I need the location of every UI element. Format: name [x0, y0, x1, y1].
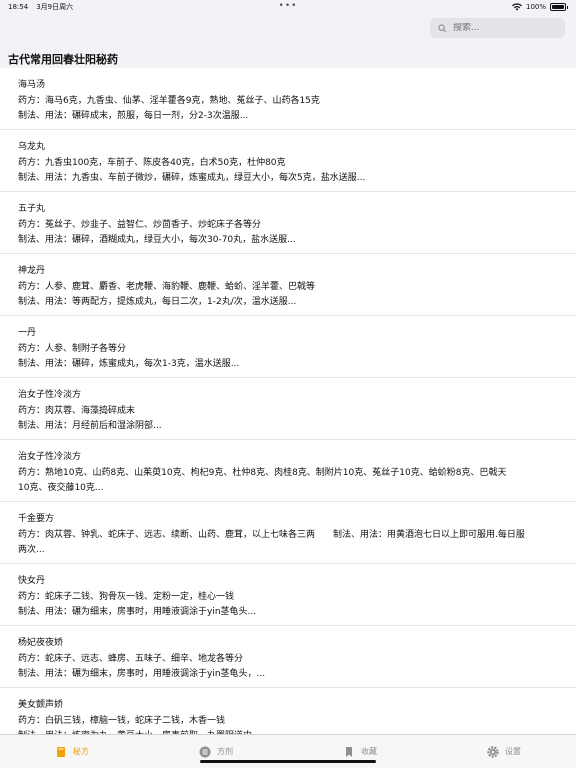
list-item[interactable]: 杨妃夜夜娇药方：蛇床子、远志、蜂房、五味子、细辛、地龙各等分制法、用法：碾为细末… [0, 626, 576, 688]
item-ingredients: 药方：肉苁蓉、海藻捣碎成末 [18, 406, 136, 416]
list-item[interactable]: 美女颤声娇药方：白矾三钱，樟脑一钱，蛇床子二钱，木香一钱制法、用法：炼蜜为丸，黄… [0, 688, 576, 734]
wifi-icon [511, 3, 522, 11]
list-item[interactable]: 千金要方药方：肉苁蓉、钟乳、蛇床子、远志、续断、山药、鹿茸，以上七味各三两 制法… [0, 502, 576, 564]
recipe-list[interactable]: 海马汤 药方：海马6克，九香虫、仙茅、淫羊藿各9克，熟地、菟丝子、山药各15克 制法… [0, 68, 576, 734]
status-time: 18:54 [8, 3, 29, 11]
item-ingredients: 药方：熟地10克、山药8克、山茱萸10克、枸杞9克、杜仲8克、肉桂8克、制附片1… [18, 468, 507, 478]
item-ingredients: 药方：海马6克，九香虫、仙茅、淫羊藿各9克，熟地、菟丝子、山药各15克 [18, 96, 320, 106]
status-bar: 18:54 3月9日周六 ••• 100% [0, 0, 576, 14]
list-item[interactable]: 海马汤药方：海马6克，九香虫、仙茅、淫羊藿各9克，熟地、菟丝子、山药各15克 制法… [0, 68, 576, 130]
status-right: 100% [511, 3, 568, 11]
tab-bookmark[interactable]: 收藏 [288, 735, 432, 768]
item-title: 一丹 [18, 328, 37, 338]
item-method: 10克、夜交藤10克... [18, 483, 104, 493]
list-item[interactable]: 一丹药方：人参、制附子各等分制法、用法：碾碎，炼蜜成丸，每次1-3克，温水送服.… [0, 316, 576, 378]
item-title: 海马汤 [18, 80, 46, 90]
item-method: 制法、用法：九香虫、车前子微炒，碾碎，炼蜜成丸，绿豆大小，每次5克，盐水送服..… [18, 173, 366, 183]
tab-book[interactable]: 秘方 [0, 735, 144, 768]
list-item[interactable]: 治女子性冷淡方药方：肉苁蓉、海藻捣碎成末制法、用法：月经前后和湿涂阴部... [0, 378, 576, 440]
item-title: 五子丸 [18, 204, 46, 214]
tab-label: 秘方 [73, 747, 89, 756]
item-title: 治女子性冷淡方 [18, 390, 82, 400]
item-title: 快女丹 [18, 576, 46, 586]
tab-list[interactable]: 方剂 [144, 735, 288, 768]
item-title: 杨妃夜夜娇 [18, 638, 64, 648]
item-ingredients: 药方：白矾三钱，樟脑一钱，蛇床子二钱，木香一钱 [18, 716, 226, 726]
bookmark-icon [343, 746, 355, 758]
item-ingredients: 药方：人参、鹿茸、麝香、老虎鞭、海豹鞭、鹿鞭、蛤蚧、淫羊藿、巴戟等 [18, 282, 316, 292]
home-indicator[interactable] [200, 760, 376, 763]
gear-icon [487, 745, 499, 758]
item-method: 制法、用法：碾碎，炼蜜成丸，每次1-3克，温水送服... [18, 359, 240, 369]
item-ingredients: 药方：九香虫100克，车前子、陈皮各40克，白术50克，杜仲80克 [18, 158, 286, 168]
tab-label: 方剂 [217, 747, 233, 756]
status-date: 3月9日周六 [36, 3, 74, 11]
battery-percent: 100% [525, 3, 546, 11]
list-icon [199, 746, 211, 758]
item-method: 制法、用法：碾为细末，房事时，用睡液调涂于yin茎龟头，... [18, 669, 266, 679]
tab-label: 设置 [505, 747, 521, 756]
list-item[interactable]: 治女子性冷淡方药方：熟地10克、山药8克、山茱萸10克、枸杞9克、杜仲8克、肉桂… [0, 440, 576, 502]
item-method: 制法、用法：等两配方，提炼成丸，每日二次，1-2丸/次，温水送服... [18, 297, 297, 307]
item-title: 治女子性冷淡方 [18, 452, 82, 462]
item-title: 千金要方 [18, 514, 55, 524]
item-method: 制法、用法：月经前后和湿涂阴部... [18, 421, 162, 431]
item-ingredients: 药方：蛇床子二钱、狗骨灰一钱、定粉一定，桂心一钱 [18, 592, 235, 602]
item-method: 制法、用法：碾碎，酒糊成丸，绿豆大小，每次30-70丸，盐水送服... [18, 235, 296, 245]
tab-gear[interactable]: 设置 [432, 735, 576, 768]
item-method: 两次... [18, 545, 45, 555]
item-ingredients: 药方：菟丝子、炒韭子、益智仁、炒茴香子、炒蛇床子各等分 [18, 220, 262, 230]
list-item[interactable]: 快女丹药方：蛇床子二钱、狗骨灰一钱、定粉一定，桂心一钱制法、用法：碾为细末，房事… [0, 564, 576, 626]
item-ingredients: 药方：肉苁蓉、钟乳、蛇床子、远志、续断、山药、鹿茸，以上七味各三两 制法、用法：… [18, 530, 525, 540]
item-method: 制法、用法：碾碎成末，煎服，每日一剂，分2-3次温服... [18, 111, 249, 121]
battery-icon [550, 3, 566, 11]
search-icon [438, 23, 447, 32]
search-input[interactable] [453, 23, 553, 33]
multitask-dots-icon[interactable]: ••• [279, 1, 298, 11]
page-title: 古代常用回春壮阳秘药 [8, 53, 118, 66]
book-icon [55, 746, 67, 758]
tab-label: 收藏 [361, 747, 377, 756]
item-ingredients: 药方：人参、制附子各等分 [18, 344, 127, 354]
search-bar[interactable] [430, 18, 565, 38]
item-ingredients: 药方：蛇床子、远志、蜂房、五味子、细辛、地龙各等分 [18, 654, 244, 664]
item-title: 美女颤声娇 [18, 700, 64, 710]
list-item[interactable]: 五子丸药方：菟丝子、炒韭子、益智仁、炒茴香子、炒蛇床子各等分制法、用法：碾碎，酒… [0, 192, 576, 254]
battery-tip [567, 5, 568, 9]
item-title: 乌龙丸 [18, 142, 46, 152]
item-method: 制法、用法：碾为细末，房事时，用睡液调涂于yin茎龟头... [18, 607, 257, 617]
item-title: 神龙丹 [18, 266, 46, 276]
list-item[interactable]: 神龙丹药方：人参、鹿茸、麝香、老虎鞭、海豹鞭、鹿鞭、蛤蚧、淫羊藿、巴戟等 制法、用… [0, 254, 576, 316]
list-item[interactable]: 乌龙丸药方：九香虫100克，车前子、陈皮各40克，白术50克，杜仲80克制法、用… [0, 130, 576, 192]
